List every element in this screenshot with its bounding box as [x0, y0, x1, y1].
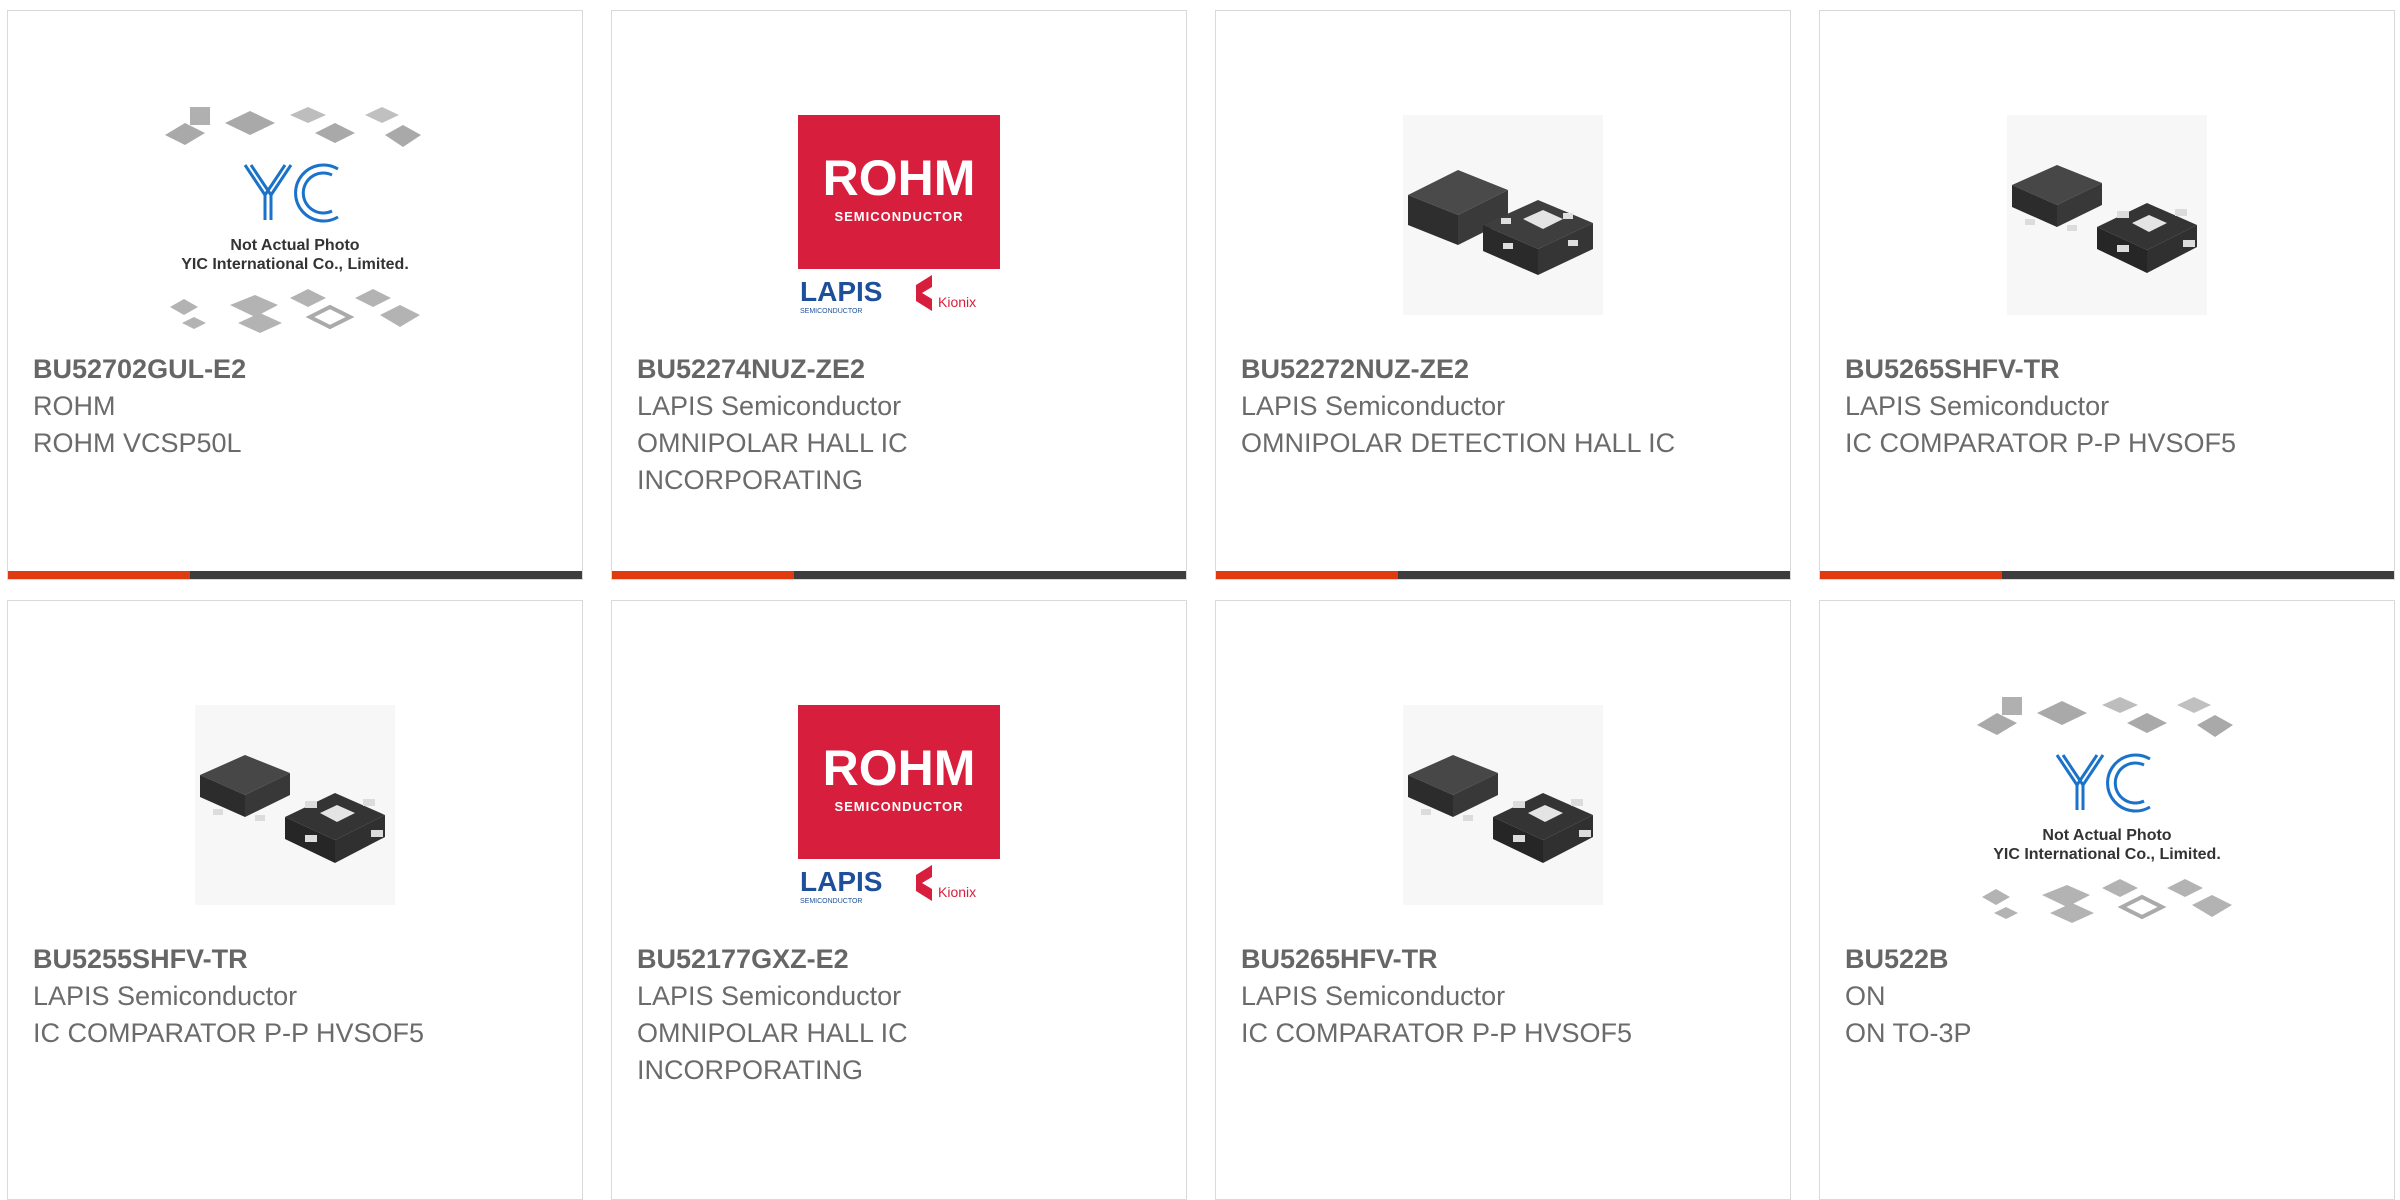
card-accent	[1216, 571, 1398, 579]
description: OMNIPOLAR DETECTION HALL IC	[1241, 428, 1676, 458]
card-accent	[612, 571, 794, 579]
part-number[interactable]: BU52274NUZ-ZE2	[637, 351, 1157, 388]
placeholder-caption-2: YIC International Co., Limited.	[181, 256, 409, 273]
product-card[interactable]: ROHM SEMICONDUCTOR LAPIS SEMICONDUCTOR K…	[611, 10, 1187, 580]
card-accent	[8, 571, 190, 579]
logo-lapis-text: LAPIS	[800, 866, 882, 897]
placeholder-caption-2: YIC International Co., Limited.	[1993, 846, 2221, 863]
product-info: BU5265HFV-TR LAPIS Semiconductor IC COMP…	[1241, 941, 1761, 1052]
product-card[interactable]: ROHM SEMICONDUCTOR LAPIS SEMICONDUCTOR K…	[611, 600, 1187, 1200]
logo-kionix-text: Kionix	[938, 884, 976, 900]
product-chip-image[interactable]	[1216, 665, 1790, 945]
part-number[interactable]: BU52272NUZ-ZE2	[1241, 351, 1761, 388]
kionix-logo-icon	[916, 275, 932, 311]
part-number[interactable]: BU5265HFV-TR	[1241, 941, 1761, 978]
card-accent	[1820, 571, 2002, 579]
manufacturer: LAPIS Semiconductor	[33, 981, 298, 1011]
product-card[interactable]: BU5265SHFV-TR LAPIS Semiconductor IC COM…	[1819, 10, 2395, 580]
logo-semiconductor-text: SEMICONDUCTOR	[834, 209, 963, 224]
description: IC COMPARATOR P-P HVSOF5	[1845, 428, 2237, 458]
logo-rohm-text: ROHM	[823, 150, 976, 206]
product-card[interactable]: BU5255SHFV-TR LAPIS Semiconductor IC COM…	[7, 600, 583, 1200]
logo-lapis-sub-text: SEMICONDUCTOR	[800, 898, 862, 905]
logo-rohm-text: ROHM	[823, 740, 976, 796]
logo-kionix-text: Kionix	[938, 294, 976, 310]
part-number[interactable]: BU52702GUL-E2	[33, 351, 553, 388]
part-number[interactable]: BU5265SHFV-TR	[1845, 351, 2365, 388]
card-bottom-bar	[1216, 571, 1790, 579]
manufacturer: ROHM	[33, 391, 116, 421]
description: IC COMPARATOR P-P HVSOF5	[33, 1018, 425, 1048]
kionix-logo-icon	[916, 865, 932, 901]
product-card[interactable]: BU5265HFV-TR LAPIS Semiconductor IC COMP…	[1215, 600, 1791, 1200]
manufacturer: LAPIS Semiconductor	[1241, 981, 1506, 1011]
manufacturer: LAPIS Semiconductor	[637, 391, 902, 421]
product-info: BU5265SHFV-TR LAPIS Semiconductor IC COM…	[1845, 351, 2365, 462]
manufacturer: LAPIS Semiconductor	[1845, 391, 2110, 421]
product-card[interactable]: Not Actual Photo YIC International Co., …	[1819, 600, 2395, 1200]
product-image-placeholder[interactable]: Not Actual Photo YIC International Co., …	[1820, 665, 2394, 945]
description: OMNIPOLAR HALL IC INCORPORATING	[637, 1018, 908, 1085]
placeholder-caption-1: Not Actual Photo	[2042, 827, 2171, 844]
product-card[interactable]: BU52272NUZ-ZE2 LAPIS Semiconductor OMNIP…	[1215, 10, 1791, 580]
rohm-lapis-logo-image[interactable]: ROHM SEMICONDUCTOR LAPIS SEMICONDUCTOR K…	[612, 75, 1186, 355]
card-bottom-bar	[8, 571, 582, 579]
logo-semiconductor-text: SEMICONDUCTOR	[834, 799, 963, 814]
part-number[interactable]: BU5255SHFV-TR	[33, 941, 553, 978]
manufacturer: LAPIS Semiconductor	[1241, 391, 1506, 421]
description: ROHM VCSP50L	[33, 428, 242, 458]
card-bottom-bar	[1820, 571, 2394, 579]
logo-lapis-text: LAPIS	[800, 276, 882, 307]
product-chip-image[interactable]	[8, 665, 582, 945]
product-chip-image[interactable]	[1216, 75, 1790, 355]
placeholder-caption-1: Not Actual Photo	[230, 237, 359, 254]
product-info: BU522B ON ON TO-3P	[1845, 941, 2365, 1052]
description: OMNIPOLAR HALL IC INCORPORATING	[637, 428, 908, 495]
manufacturer: LAPIS Semiconductor	[637, 981, 902, 1011]
product-image-placeholder[interactable]: Not Actual Photo YIC International Co., …	[8, 75, 582, 355]
product-info: BU52702GUL-E2 ROHM ROHM VCSP50L	[33, 351, 553, 462]
product-grid: Not Actual Photo YIC International Co., …	[0, 0, 2400, 1200]
product-info: BU52177GXZ-E2 LAPIS Semiconductor OMNIPO…	[637, 941, 1157, 1089]
description: ON TO-3P	[1845, 1018, 1972, 1048]
product-card[interactable]: Not Actual Photo YIC International Co., …	[7, 10, 583, 580]
rohm-lapis-logo-image[interactable]: ROHM SEMICONDUCTOR LAPIS SEMICONDUCTOR K…	[612, 665, 1186, 945]
card-bottom-bar	[612, 571, 1186, 579]
manufacturer: ON	[1845, 981, 1886, 1011]
part-number[interactable]: BU52177GXZ-E2	[637, 941, 1157, 978]
product-info: BU5255SHFV-TR LAPIS Semiconductor IC COM…	[33, 941, 553, 1052]
logo-lapis-sub-text: SEMICONDUCTOR	[800, 308, 862, 315]
product-info: BU52272NUZ-ZE2 LAPIS Semiconductor OMNIP…	[1241, 351, 1761, 462]
product-info: BU52274NUZ-ZE2 LAPIS Semiconductor OMNIP…	[637, 351, 1157, 499]
description: IC COMPARATOR P-P HVSOF5	[1241, 1018, 1633, 1048]
product-chip-image[interactable]	[1820, 75, 2394, 355]
part-number[interactable]: BU522B	[1845, 941, 2365, 978]
